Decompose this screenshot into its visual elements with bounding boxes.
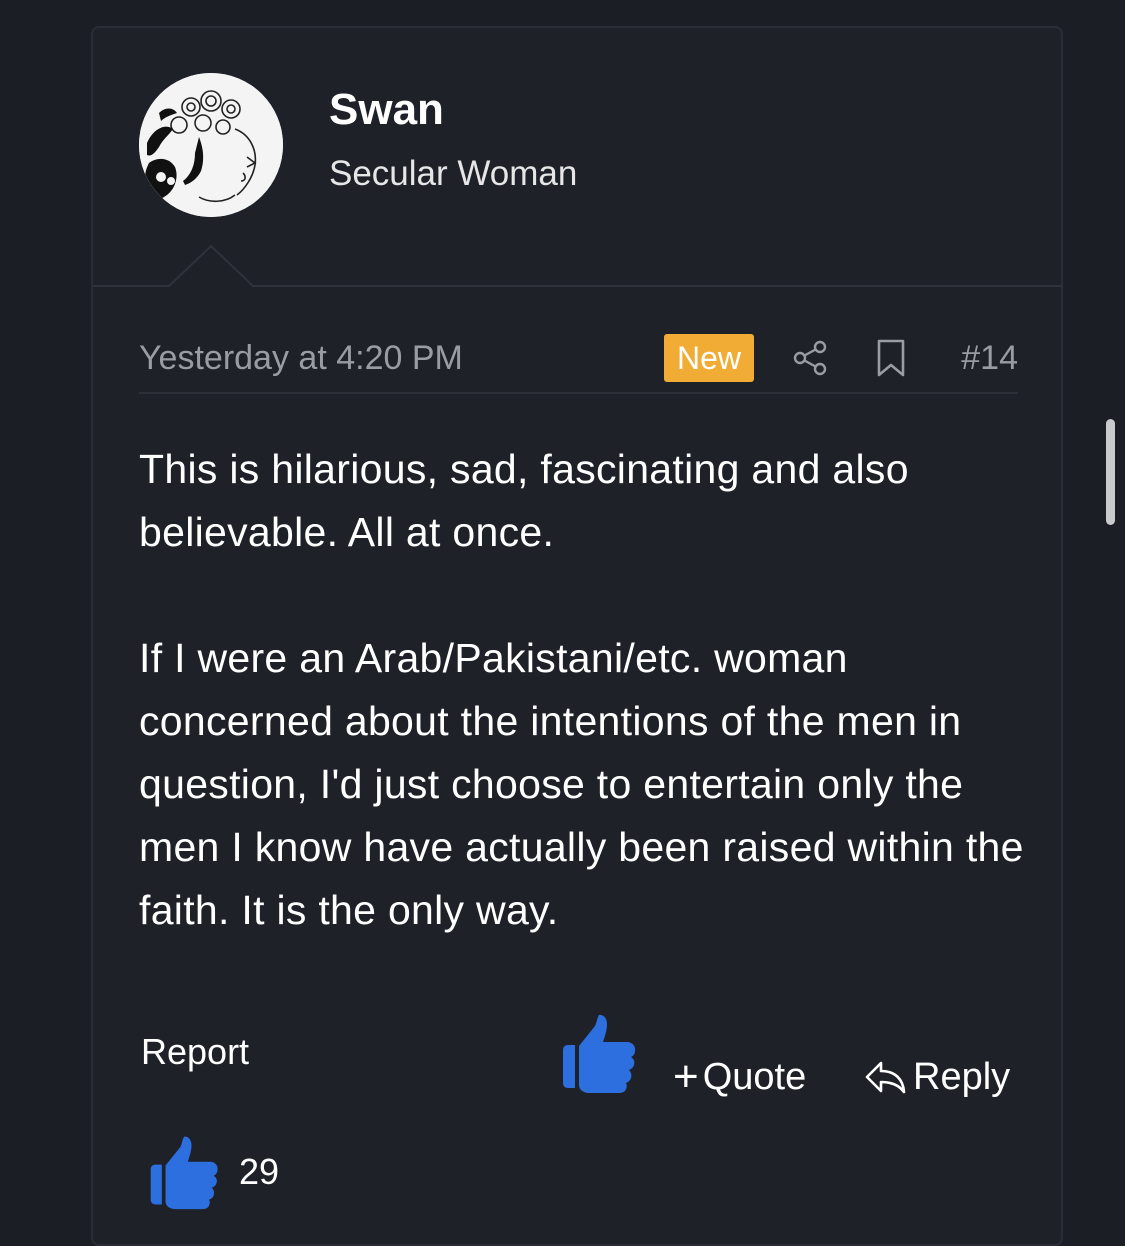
reply-label: Reply: [913, 1056, 1011, 1098]
plus-icon: +: [673, 1052, 699, 1101]
report-link[interactable]: Report: [141, 1028, 249, 1076]
post-card: Swan Secular Woman Yesterday at 4:20 PM …: [91, 26, 1063, 1246]
post-number[interactable]: #14: [961, 336, 1018, 380]
like-button[interactable]: [559, 1012, 641, 1094]
post-paragraph: If I were an Arab/Pakistani/etc. woman c…: [139, 635, 1024, 933]
post-body: This is hilarious, sad, fascinating and …: [139, 438, 1029, 942]
thumbs-up-icon: [563, 1014, 636, 1093]
scrollbar[interactable]: [1106, 419, 1115, 525]
user-title: Secular Woman: [329, 154, 578, 193]
user-block: Swan Secular Woman: [93, 28, 1063, 288]
share-icon[interactable]: [791, 338, 831, 378]
avatar[interactable]: [139, 73, 283, 217]
quote-button[interactable]: + Quote: [673, 1052, 806, 1102]
avatar-image: [139, 73, 283, 217]
quote-label: Quote: [702, 1056, 807, 1098]
reply-button[interactable]: Reply: [863, 1052, 1010, 1102]
username[interactable]: Swan: [329, 84, 444, 136]
reply-icon: [865, 1061, 906, 1094]
post-timestamp[interactable]: Yesterday at 4:20 PM: [139, 336, 463, 380]
user-divider: [93, 242, 1063, 288]
bookmark-icon[interactable]: [873, 338, 909, 378]
reaction-summary[interactable]: 29: [147, 1132, 279, 1212]
post-meta-row: Yesterday at 4:20 PM New #14: [139, 330, 1018, 394]
new-badge: New: [664, 334, 754, 382]
post-paragraph: This is hilarious, sad, fascinating and …: [139, 446, 909, 555]
thumbs-up-icon: [150, 1136, 218, 1210]
reaction-count: 29: [239, 1151, 280, 1192]
